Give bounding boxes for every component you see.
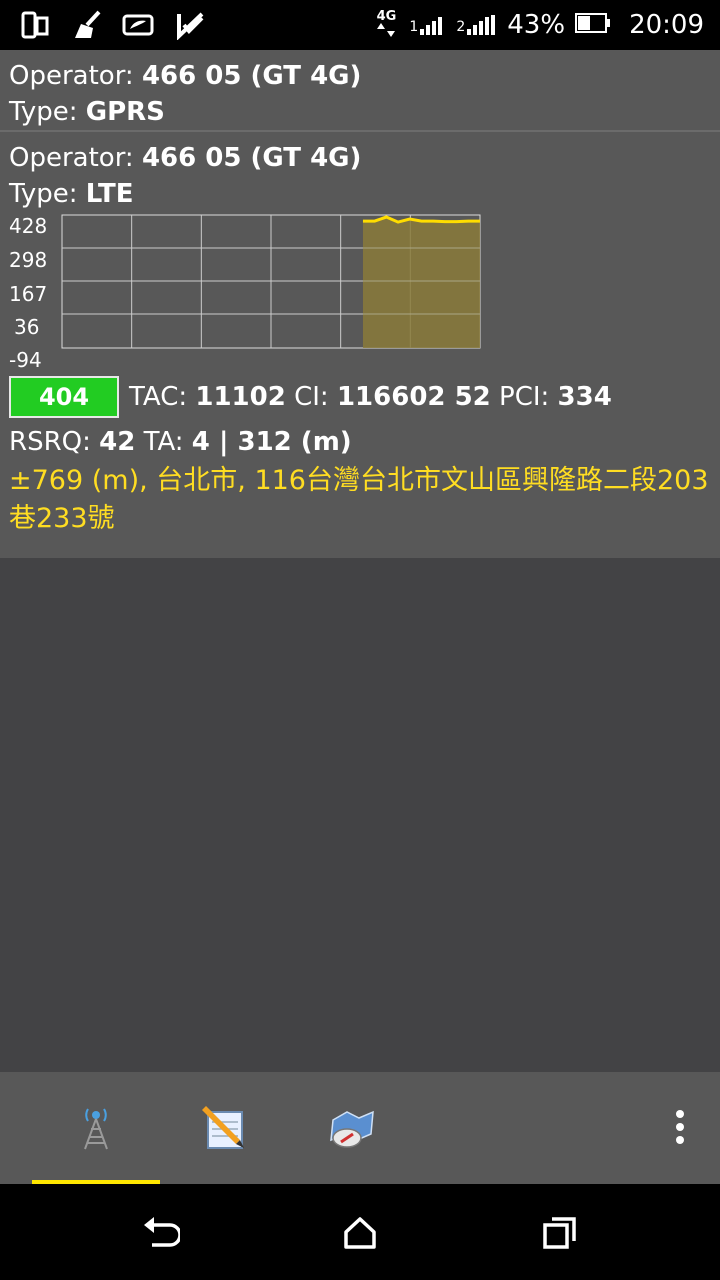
y-tick-label: 428 bbox=[9, 214, 48, 238]
notepad-icon bbox=[202, 1106, 244, 1149]
battery-icon bbox=[575, 12, 611, 38]
back-icon bbox=[144, 1217, 180, 1247]
y-tick-label: 167 bbox=[9, 282, 48, 306]
rsrq-ta-row: RSRQ: 42 TA: 4 | 312 (m) bbox=[9, 427, 352, 457]
main-content: Operator: 466 05 (GT 4G) Type: GPRS Oper… bbox=[0, 50, 720, 1072]
y-tick-label: 298 bbox=[9, 248, 48, 272]
recents-button[interactable] bbox=[530, 1208, 590, 1258]
sim1-signal-icon: 1 bbox=[409, 15, 446, 35]
network-type-icon: 4G bbox=[373, 10, 399, 40]
status-bar: 4G 1 2 43% 20:09 bbox=[0, 0, 720, 50]
cell-ids: TAC: 11102 CI: 116602 52 PCI: 334 bbox=[129, 382, 612, 412]
bottom-toolbar bbox=[0, 1072, 720, 1184]
overflow-menu-icon bbox=[676, 1110, 686, 1144]
cell-metrics-row: 404 TAC: 11102 CI: 116602 52 PCI: 334 bbox=[9, 372, 720, 422]
location-address: ±769 (m), 台北市, 116台灣台北市文山區興隆路二段203巷233號 bbox=[9, 465, 709, 534]
cell-info-lte[interactable]: Operator: 466 05 (GT 4G) Type: LTE 428 2… bbox=[0, 132, 720, 558]
sim2-signal-icon: 2 bbox=[456, 15, 497, 35]
signal-chart: 428 298 167 36 -94 bbox=[9, 212, 509, 372]
back-button[interactable] bbox=[130, 1208, 190, 1258]
map-compass-icon bbox=[330, 1110, 374, 1148]
operator-row: Operator: 466 05 (GT 4G) bbox=[9, 61, 362, 91]
battery-percent: 43% bbox=[507, 10, 566, 40]
home-icon bbox=[344, 1217, 376, 1249]
type-row: Type: LTE bbox=[9, 179, 134, 209]
home-button[interactable] bbox=[330, 1208, 390, 1258]
task-check-icon bbox=[174, 8, 208, 42]
cell-tower-icon bbox=[84, 1108, 108, 1150]
screen-mirror-icon bbox=[18, 8, 52, 42]
map-button[interactable] bbox=[288, 1072, 416, 1184]
recents-icon bbox=[543, 1217, 576, 1249]
signal-strength-badge: 404 bbox=[9, 376, 119, 418]
y-tick-label: 36 bbox=[14, 315, 40, 339]
cell-tower-button[interactable] bbox=[32, 1072, 160, 1184]
battery-saver-icon bbox=[122, 8, 156, 42]
cell-info-gprs[interactable]: Operator: 466 05 (GT 4G) Type: GPRS bbox=[0, 50, 720, 132]
y-tick-label: -94 bbox=[9, 348, 42, 372]
navigation-bar bbox=[0, 1184, 720, 1280]
series-area bbox=[362, 217, 480, 348]
overflow-menu-button[interactable] bbox=[676, 1110, 686, 1146]
chart-plot-area bbox=[61, 214, 481, 349]
type-row: Type: GPRS bbox=[9, 97, 165, 127]
clock: 20:09 bbox=[629, 10, 704, 40]
log-notes-button[interactable] bbox=[160, 1072, 288, 1184]
cleaner-broom-icon bbox=[70, 8, 104, 42]
operator-row: Operator: 466 05 (GT 4G) bbox=[9, 143, 362, 173]
